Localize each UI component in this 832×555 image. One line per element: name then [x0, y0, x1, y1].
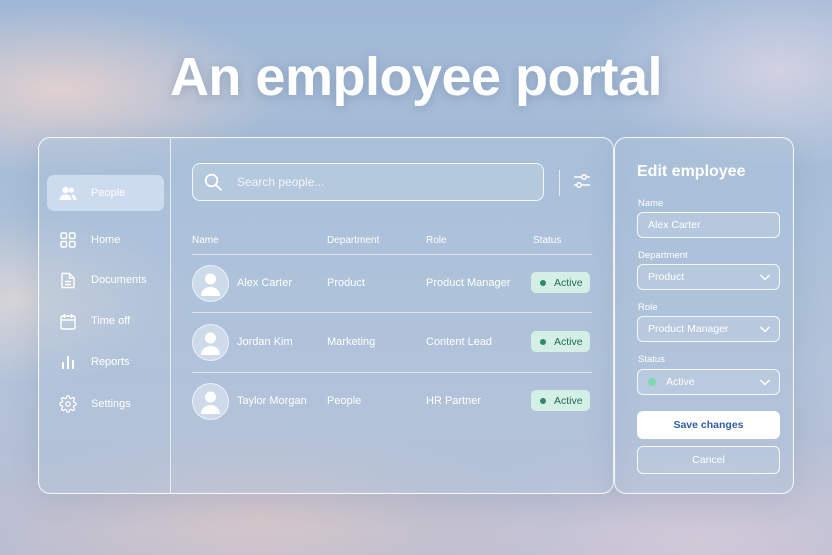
status-dot: [540, 279, 546, 286]
status-indicator-dot: [648, 378, 656, 386]
status-select-value: Active: [666, 376, 695, 388]
search-box[interactable]: [192, 163, 544, 201]
employee-role: Content Lead: [426, 336, 493, 348]
search-icon: [203, 172, 223, 192]
department-label: Department: [638, 250, 688, 261]
status-badge: Active: [531, 272, 590, 293]
employee-department: People: [327, 395, 362, 407]
status-badge: Active: [531, 390, 590, 411]
cancel-button[interactable]: Cancel: [637, 446, 780, 474]
chevron-down-icon: [759, 272, 771, 282]
name-field[interactable]: Alex Carter: [637, 212, 780, 238]
table-row[interactable]: Alex Carter Product Product Manager Acti…: [192, 254, 592, 312]
column-header-role[interactable]: Role: [426, 235, 447, 246]
sidebar-item-reports[interactable]: Reports: [47, 344, 164, 380]
filter-button[interactable]: [571, 172, 593, 194]
sidebar: People Home Documents Time off Reports S…: [39, 138, 171, 493]
status-badge: Active: [531, 331, 590, 352]
table-row[interactable]: Taylor Morgan People HR Partner Active: [192, 372, 592, 430]
role-select-value: Product Manager: [648, 323, 729, 335]
sidebar-item-label: Documents: [91, 274, 147, 286]
sidebar-item-label: Reports: [91, 356, 130, 368]
role-select[interactable]: Product Manager: [637, 316, 780, 342]
employee-name: Alex Carter: [237, 277, 293, 289]
chevron-down-icon: [759, 324, 771, 334]
toolbar-divider: [559, 170, 560, 196]
status-badge-label: Active: [554, 276, 583, 289]
portal-main-panel: People Home Documents Time off Reports S…: [38, 137, 614, 494]
employee-role: Product Manager: [426, 277, 511, 289]
bar-chart-icon: [59, 353, 77, 371]
sidebar-item-people[interactable]: People: [47, 175, 164, 211]
department-select-value: Product: [648, 271, 685, 283]
document-icon: [59, 271, 77, 289]
sidebar-item-label: Time off: [91, 315, 131, 327]
status-label: Status: [638, 354, 665, 365]
grid-icon: [59, 231, 77, 249]
calendar-icon: [59, 312, 77, 330]
status-dot: [540, 397, 546, 404]
gear-icon: [59, 395, 77, 413]
status-badge-label: Active: [554, 335, 583, 348]
page-headline: An employee portal: [169, 47, 663, 107]
sidebar-item-home[interactable]: Home: [47, 222, 164, 258]
search-input[interactable]: [235, 174, 519, 190]
sidebar-item-label: People: [91, 187, 126, 199]
employee-department: Product: [327, 277, 365, 289]
status-badge-label: Active: [554, 394, 583, 407]
employee-role: HR Partner: [426, 395, 482, 407]
edit-panel-title: Edit employee: [637, 163, 746, 180]
employee-name: Jordan Kim: [237, 336, 293, 348]
sliders-icon: [573, 173, 591, 194]
status-select[interactable]: Active: [637, 369, 780, 395]
edit-employee-panel: Edit employee Name Alex Carter Departmen…: [614, 137, 794, 494]
sidebar-item-label: Home: [91, 234, 121, 246]
table-row[interactable]: Jordan Kim Marketing Content Lead Active: [192, 313, 592, 371]
avatar: [192, 265, 229, 302]
sidebar-item-settings[interactable]: Settings: [47, 386, 164, 422]
avatar: [192, 324, 229, 361]
sidebar-item-label: Settings: [91, 398, 131, 410]
employee-department: Marketing: [327, 336, 376, 348]
column-header-status[interactable]: Status: [533, 235, 561, 246]
column-header-department[interactable]: Department: [327, 235, 379, 246]
status-dot: [540, 338, 546, 345]
sidebar-item-time-off[interactable]: Time off: [47, 303, 164, 339]
people-icon: [59, 184, 77, 202]
save-changes-button[interactable]: Save changes: [637, 411, 780, 439]
column-header-name[interactable]: Name: [192, 235, 219, 246]
chevron-down-icon: [759, 377, 771, 387]
name-field-value: Alex Carter: [648, 219, 701, 231]
employee-name: Taylor Morgan: [237, 395, 307, 407]
role-label: Role: [638, 302, 658, 313]
sidebar-item-documents[interactable]: Documents: [47, 262, 164, 298]
name-label: Name: [638, 198, 664, 209]
department-select[interactable]: Product: [637, 264, 780, 290]
avatar: [192, 383, 229, 420]
